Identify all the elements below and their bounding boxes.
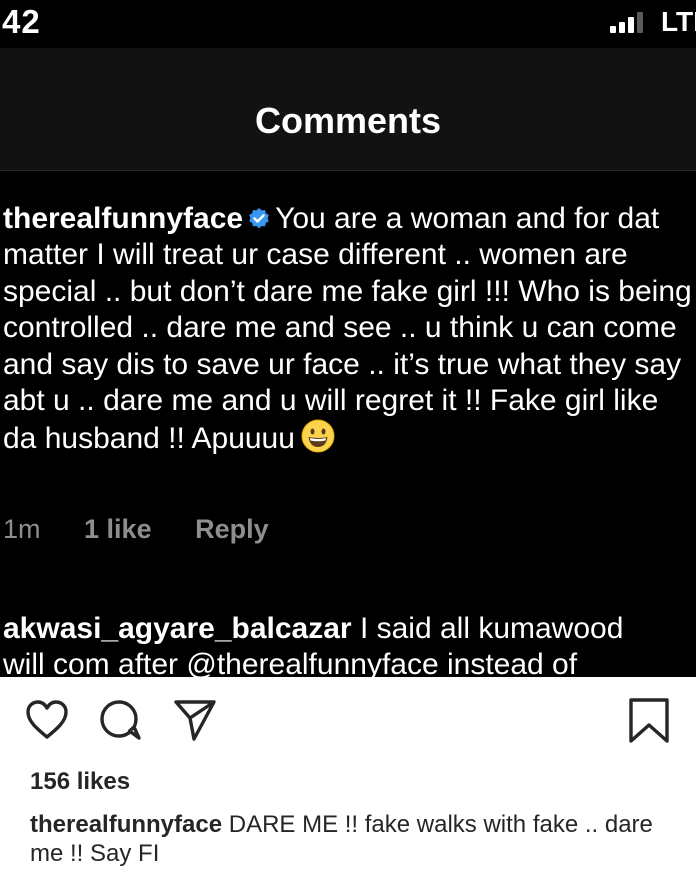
signal-strength-icon xyxy=(610,12,643,33)
comment-username[interactable]: therealfunnyface xyxy=(3,202,243,235)
post-likes-count[interactable]: 156 likes xyxy=(30,768,130,796)
header: Comments xyxy=(0,48,696,171)
post-actions xyxy=(0,697,696,747)
post-caption: therealfunnyface DARE ME !! fake walks w… xyxy=(30,810,670,868)
caption-username[interactable]: therealfunnyface xyxy=(30,811,222,838)
comment-icon[interactable] xyxy=(98,697,144,743)
network-type: LTE xyxy=(661,6,696,37)
comment-likes[interactable]: 1 like xyxy=(84,514,152,544)
comments-list[interactable]: therealfunnyface You are a woman and for … xyxy=(0,171,696,677)
comment-body: I said all kumawood xyxy=(359,612,624,645)
status-time: 42 xyxy=(2,3,41,40)
comment-body: You are a woman and for dat matter I wil… xyxy=(3,202,692,456)
comment: therealfunnyface You are a woman and for … xyxy=(3,201,693,458)
share-icon[interactable] xyxy=(172,697,218,743)
comment-body-continued: will com after @therealfunnyface instead… xyxy=(3,648,578,677)
status-bar: 42 LTE xyxy=(0,0,696,48)
comment-meta: 1m 1 like Reply xyxy=(3,514,305,545)
comment: akwasi_agyare_balcazar I said all kumawo… xyxy=(3,611,696,677)
bookmark-icon[interactable] xyxy=(626,697,672,743)
comment-time: 1m xyxy=(3,514,41,544)
verified-badge-icon xyxy=(249,208,269,229)
post-panel: 156 likes therealfunnyface DARE ME !! fa… xyxy=(0,677,696,870)
page-title: Comments xyxy=(254,100,442,141)
reply-button[interactable]: Reply xyxy=(195,514,269,544)
comment-username[interactable]: akwasi_agyare_balcazar xyxy=(3,612,352,645)
grinning-face-emoji-icon xyxy=(301,419,335,453)
heart-icon[interactable] xyxy=(24,697,70,743)
